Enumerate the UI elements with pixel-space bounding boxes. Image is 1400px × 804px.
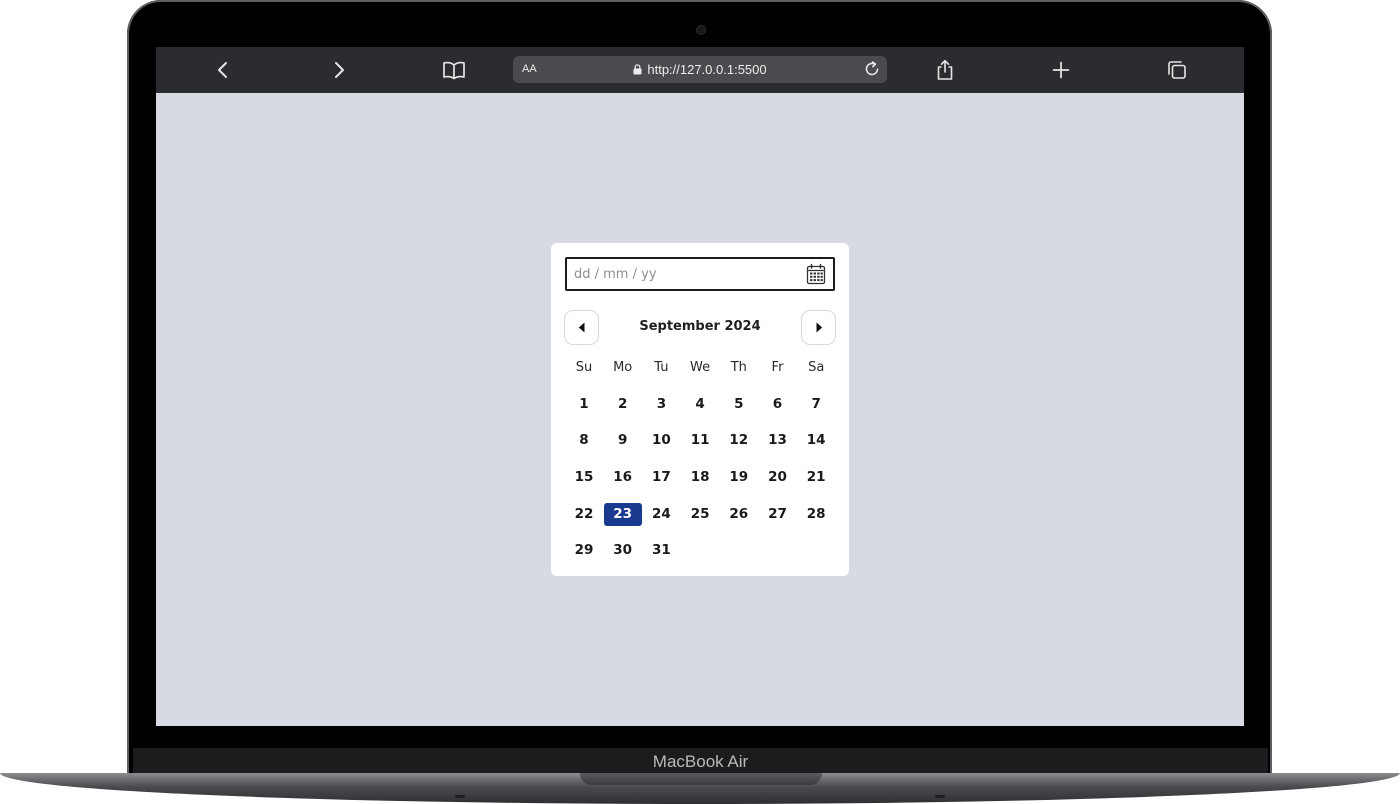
- browser-toolbar: AA http://127.0.0.1:5500: [156, 47, 1244, 93]
- day-cell[interactable]: 31: [642, 539, 680, 562]
- day-cell[interactable]: 9: [604, 429, 642, 452]
- share-button[interactable]: [932, 58, 958, 82]
- forward-button[interactable]: [326, 58, 352, 82]
- weekday-label: Su: [575, 360, 593, 375]
- day-cell[interactable]: 10: [642, 429, 680, 452]
- weekday-label: Fr: [771, 360, 784, 375]
- lock-icon: [633, 64, 642, 75]
- next-month-icon: [816, 322, 822, 333]
- day-cell[interactable]: 27: [759, 503, 797, 526]
- reload-icon[interactable]: [863, 60, 881, 78]
- day-cell[interactable]: 16: [604, 466, 642, 489]
- forward-icon: [335, 62, 344, 78]
- day-cell[interactable]: 14: [797, 429, 835, 452]
- day-cell[interactable]: 4: [681, 393, 719, 416]
- datepicker-card: September 2024 Su Mo Tu We Th Fr Sa 1234…: [551, 243, 849, 576]
- day-cell[interactable]: 30: [604, 539, 642, 562]
- laptop-notch: [580, 773, 822, 785]
- weekday-label: We: [690, 360, 711, 375]
- bookmarks-icon: [443, 61, 465, 80]
- day-cell[interactable]: 7: [797, 393, 835, 416]
- calendar-icon[interactable]: [806, 263, 826, 285]
- new-tab-button[interactable]: [1048, 58, 1074, 82]
- url-text: http://127.0.0.1:5500: [647, 62, 767, 77]
- day-cell[interactable]: 18: [681, 466, 719, 489]
- day-cell[interactable]: 21: [797, 466, 835, 489]
- weekday-label: Tu: [654, 360, 669, 375]
- date-input-wrapper: [565, 257, 835, 291]
- day-cell[interactable]: 3: [642, 393, 680, 416]
- day-cell[interactable]: 20: [759, 466, 797, 489]
- day-cell[interactable]: 29: [565, 539, 603, 562]
- month-title: September 2024: [639, 319, 761, 334]
- bookmarks-button[interactable]: [441, 58, 467, 82]
- weekday-label: Mo: [613, 360, 633, 375]
- weekday-label: Th: [730, 360, 747, 375]
- day-cell[interactable]: 6: [759, 393, 797, 416]
- day-cell[interactable]: 13: [759, 429, 797, 452]
- back-button[interactable]: [210, 58, 236, 82]
- day-cell[interactable]: 8: [565, 429, 603, 452]
- day-cell[interactable]: 22: [565, 503, 603, 526]
- day-cell[interactable]: 1: [565, 393, 603, 416]
- next-month-button[interactable]: [801, 310, 836, 345]
- prev-month-button[interactable]: [564, 310, 599, 345]
- back-icon: [218, 62, 227, 78]
- date-input[interactable]: [567, 259, 802, 289]
- laptop-foot: [455, 795, 465, 798]
- day-cell[interactable]: 11: [681, 429, 719, 452]
- new-tab-icon: [1052, 61, 1070, 79]
- share-icon: [937, 59, 953, 80]
- device-brand-label: MacBook Air: [652, 752, 749, 771]
- day-cell-selected[interactable]: 23: [603, 503, 642, 526]
- laptop-foot: [935, 795, 945, 798]
- day-cell[interactable]: 28: [797, 503, 835, 526]
- day-cell[interactable]: 12: [720, 429, 758, 452]
- day-cell[interactable]: 5: [720, 393, 758, 416]
- day-cell[interactable]: 15: [565, 466, 603, 489]
- url-field[interactable]: http://127.0.0.1:5500: [513, 56, 887, 83]
- screen: AA http://127.0.0.1:5500 dd / mm / yy Se…: [156, 47, 1244, 726]
- tabs-icon: [1168, 61, 1186, 79]
- day-cell[interactable]: 26: [720, 503, 758, 526]
- address-bar[interactable]: AA http://127.0.0.1:5500: [513, 56, 887, 83]
- day-cell[interactable]: 19: [720, 466, 758, 489]
- camera-icon: [697, 26, 705, 34]
- day-cell[interactable]: 2: [604, 393, 642, 416]
- day-cell[interactable]: 17: [642, 466, 680, 489]
- weekday-label: Sa: [808, 360, 825, 375]
- prev-month-icon: [578, 322, 584, 333]
- day-cell[interactable]: 25: [681, 503, 719, 526]
- day-cell[interactable]: 24: [642, 503, 680, 526]
- tabs-overview-button[interactable]: [1164, 58, 1190, 82]
